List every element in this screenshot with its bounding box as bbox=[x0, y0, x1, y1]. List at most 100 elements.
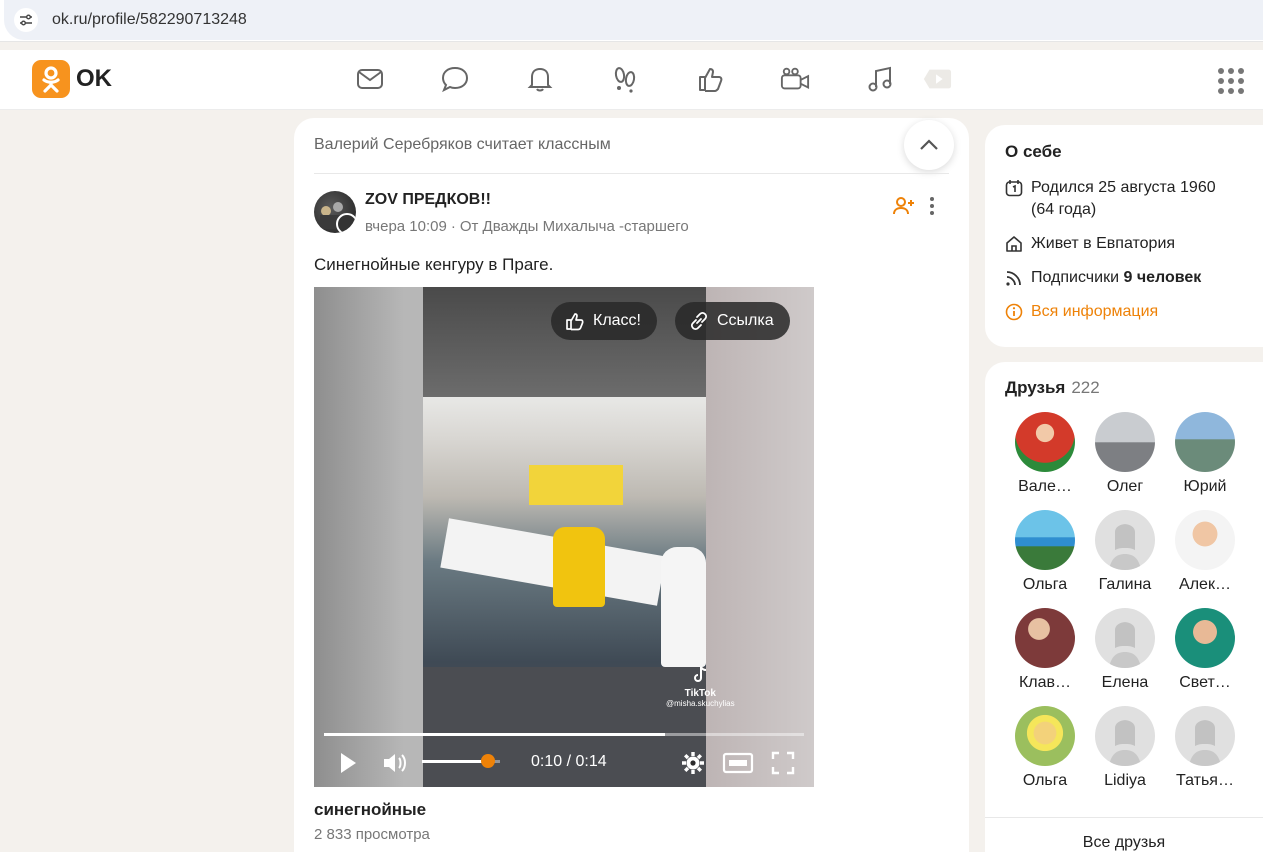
all-info-label: Вся информация bbox=[1031, 303, 1159, 320]
friend-name[interactable]: Свет… bbox=[1167, 674, 1243, 692]
author-avatar[interactable] bbox=[336, 213, 356, 233]
friend-avatar[interactable] bbox=[1095, 608, 1155, 668]
gear-icon bbox=[682, 752, 704, 774]
feed-header: Валерий Серебряков считает классным bbox=[314, 136, 611, 153]
friend-avatar[interactable] bbox=[1175, 706, 1235, 766]
tiktok-watermark: TikTok @misha.skuchylias bbox=[666, 665, 735, 708]
location-text: Живет в Евпатория bbox=[1031, 235, 1176, 252]
friends-title-text: Друзья bbox=[1005, 378, 1066, 397]
post-author[interactable]: От Дважды Михалыча -старшего bbox=[460, 218, 689, 235]
friend-name[interactable]: Lidiya bbox=[1087, 772, 1163, 790]
friend-name[interactable]: Клав… bbox=[1007, 674, 1083, 692]
video-camera-icon[interactable] bbox=[780, 64, 810, 94]
friend-item[interactable]: Клав… bbox=[1005, 608, 1085, 692]
friend-item[interactable]: Олег bbox=[1085, 412, 1165, 496]
friend-item[interactable]: Свет… bbox=[1165, 608, 1245, 692]
video-progress-bar[interactable] bbox=[324, 733, 804, 736]
play-button[interactable] bbox=[334, 749, 362, 777]
friend-name[interactable]: Ольга bbox=[1007, 576, 1083, 594]
friend-item[interactable]: Татья… bbox=[1165, 706, 1245, 790]
friend-name[interactable]: Галина bbox=[1087, 576, 1163, 594]
theater-icon bbox=[722, 752, 754, 774]
mail-icon[interactable] bbox=[355, 64, 385, 94]
friend-avatar[interactable] bbox=[1015, 706, 1075, 766]
tiktok-user: @misha.skuchylias bbox=[666, 699, 735, 708]
nav-icons bbox=[355, 64, 952, 94]
friend-name[interactable]: Елена bbox=[1087, 674, 1163, 692]
video-player[interactable]: Класс! Ссылка TikTok @misha.skuchylias 0… bbox=[314, 287, 814, 787]
subscribers-label: Подписчики bbox=[1031, 269, 1120, 286]
friend-avatar[interactable] bbox=[1175, 412, 1235, 472]
add-friend-icon[interactable] bbox=[892, 194, 916, 218]
guests-icon[interactable] bbox=[610, 64, 640, 94]
friend-item[interactable]: Елена bbox=[1085, 608, 1165, 692]
video-frame bbox=[423, 287, 706, 787]
video-progress-fill bbox=[324, 733, 665, 736]
post-time: вчера 10:09 bbox=[365, 218, 447, 235]
ok-logo[interactable]: OK bbox=[32, 60, 112, 98]
friend-avatar[interactable] bbox=[1015, 608, 1075, 668]
friend-avatar[interactable] bbox=[1015, 412, 1075, 472]
friend-name[interactable]: Олег bbox=[1087, 478, 1163, 496]
person bbox=[661, 547, 706, 667]
theater-mode-button[interactable] bbox=[721, 750, 755, 776]
friend-item[interactable]: Lidiya bbox=[1085, 706, 1165, 790]
friend-name[interactable]: Юрий bbox=[1167, 478, 1243, 496]
klass-label: Класс! bbox=[593, 312, 641, 329]
collapse-button[interactable] bbox=[904, 120, 954, 170]
top-navigation: OK bbox=[0, 50, 1263, 110]
link-label: Ссылка bbox=[717, 312, 774, 329]
browser-address-bar: ok.ru/profile/582290713248 bbox=[0, 0, 1263, 42]
divider bbox=[314, 173, 949, 174]
friend-item[interactable]: Ольга bbox=[1005, 706, 1085, 790]
subscribers-count: 9 человек bbox=[1123, 269, 1202, 286]
friend-avatar[interactable] bbox=[1095, 412, 1155, 472]
friends-title[interactable]: Друзья 222 bbox=[1005, 378, 1100, 398]
group-avatar[interactable] bbox=[314, 191, 356, 233]
play-icon[interactable] bbox=[922, 64, 952, 94]
friend-name[interactable]: Вале… bbox=[1007, 478, 1083, 496]
friend-item[interactable]: Галина bbox=[1085, 510, 1165, 594]
friend-name[interactable]: Татья… bbox=[1167, 772, 1243, 790]
friends-count: 222 bbox=[1071, 378, 1100, 397]
settings-button[interactable] bbox=[680, 750, 706, 776]
feed-card: Валерий Серебряков считает классным ZOV … bbox=[294, 118, 969, 852]
friend-name[interactable]: Ольга bbox=[1007, 772, 1083, 790]
about-title: О себе bbox=[1005, 142, 1062, 161]
site-settings-icon[interactable] bbox=[14, 8, 38, 32]
all-info-link[interactable]: Вся информация bbox=[1005, 301, 1158, 323]
klass-button[interactable]: Класс! bbox=[551, 302, 657, 340]
friend-avatar[interactable] bbox=[1095, 510, 1155, 570]
friend-item[interactable]: Алек… bbox=[1165, 510, 1245, 594]
friends-grid: Вале… Олег Юрий Ольга Галина Алек… Клав… Елена С… bbox=[1005, 412, 1245, 790]
like-icon[interactable] bbox=[695, 64, 725, 94]
apps-grid-icon[interactable] bbox=[1218, 68, 1244, 94]
friend-avatar[interactable] bbox=[1175, 510, 1235, 570]
url-text[interactable]: ok.ru/profile/582290713248 bbox=[52, 11, 247, 29]
friend-avatar[interactable] bbox=[1015, 510, 1075, 570]
video-title[interactable]: синегнойные bbox=[314, 800, 426, 820]
post-meta: вчера 10:09 · От Дважды Михалыча -старшего bbox=[365, 218, 689, 235]
friend-avatar[interactable] bbox=[1175, 608, 1235, 668]
group-name[interactable]: ZOV ПРЕДКОВ!! bbox=[365, 191, 491, 209]
bell-icon[interactable] bbox=[525, 64, 555, 94]
tiktok-icon bbox=[694, 666, 707, 682]
logo-text: OK bbox=[76, 65, 112, 92]
fullscreen-button[interactable] bbox=[770, 750, 796, 776]
link-button[interactable]: Ссылка bbox=[675, 302, 790, 340]
thumbs-up-icon bbox=[566, 313, 584, 331]
more-options-icon[interactable] bbox=[926, 194, 938, 218]
chat-icon[interactable] bbox=[440, 64, 470, 94]
location-row: Живет в Евпатория bbox=[1005, 233, 1175, 255]
fullscreen-icon bbox=[771, 751, 795, 775]
music-icon[interactable] bbox=[865, 64, 895, 94]
friend-item[interactable]: Ольга bbox=[1005, 510, 1085, 594]
friend-item[interactable]: Вале… bbox=[1005, 412, 1085, 496]
friend-item[interactable]: Юрий bbox=[1165, 412, 1245, 496]
volume-button[interactable] bbox=[380, 749, 410, 777]
all-friends-link[interactable]: Все друзья bbox=[985, 817, 1263, 852]
subscribers-row[interactable]: Подписчики 9 человек bbox=[1005, 267, 1201, 289]
friend-name[interactable]: Алек… bbox=[1167, 576, 1243, 594]
rss-icon bbox=[1005, 267, 1023, 289]
friend-avatar[interactable] bbox=[1095, 706, 1155, 766]
